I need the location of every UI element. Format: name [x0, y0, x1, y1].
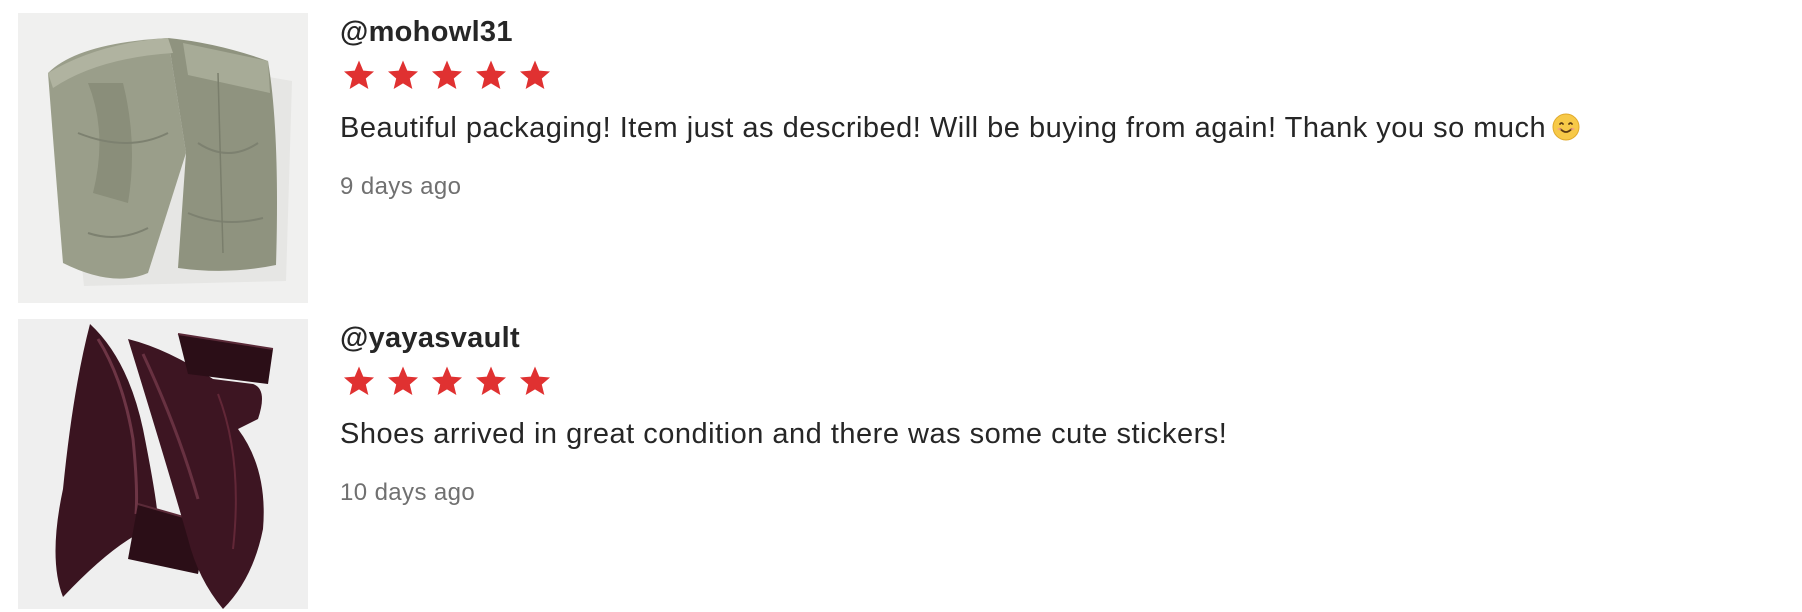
star-icon: [518, 364, 552, 398]
olive-cargo-pants-image: [18, 13, 308, 303]
star-icon: [518, 58, 552, 92]
product-photo[interactable]: [18, 319, 308, 609]
review-text: Beautiful packaging! Item just as descri…: [340, 112, 1547, 144]
star-rating: [342, 364, 552, 398]
star-rating: [342, 58, 552, 92]
review-text-row: Beautiful packaging! Item just as descri…: [340, 112, 1580, 145]
star-icon: [342, 58, 376, 92]
smiling-face-emoji-icon: [1552, 113, 1580, 141]
review-timestamp: 9 days ago: [340, 173, 462, 200]
review-text: Shoes arrived in great condition and the…: [340, 418, 1228, 450]
star-icon: [386, 364, 420, 398]
reviewer-username[interactable]: @mohowl31: [340, 16, 513, 49]
review-item: @yayasvault Shoes arrived in great condi…: [18, 319, 1788, 609]
reviewer-username[interactable]: @yayasvault: [340, 322, 520, 355]
product-photo[interactable]: [18, 13, 308, 303]
star-icon: [386, 58, 420, 92]
burgundy-patent-heels-image: [18, 319, 308, 609]
review-timestamp: 10 days ago: [340, 479, 476, 506]
review-item: @mohowl31 Beautiful packaging! Item just…: [18, 13, 1788, 303]
star-icon: [474, 364, 508, 398]
star-icon: [342, 364, 376, 398]
star-icon: [474, 58, 508, 92]
star-icon: [430, 58, 464, 92]
star-icon: [430, 364, 464, 398]
